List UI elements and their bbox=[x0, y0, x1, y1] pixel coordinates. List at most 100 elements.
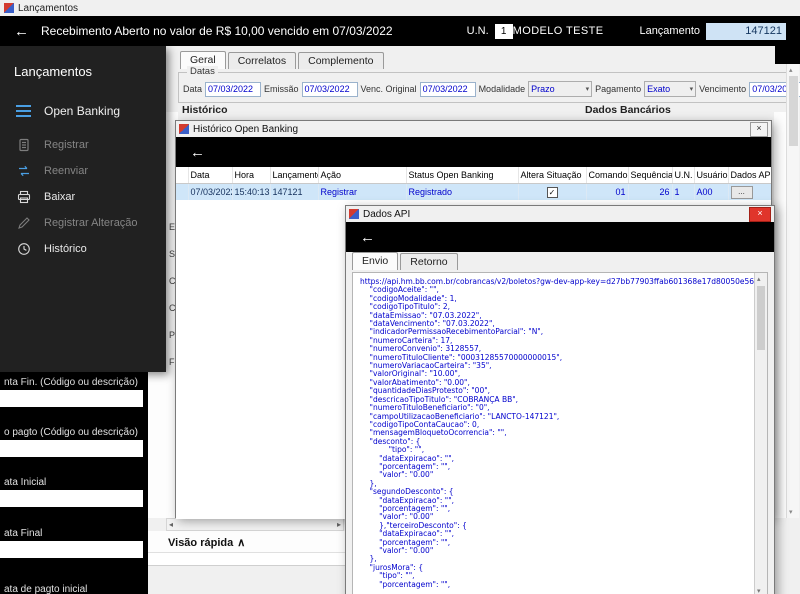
dialog-title: Dados API bbox=[363, 208, 411, 220]
form-strip-right bbox=[774, 112, 786, 518]
data-final-label: ata Final bbox=[4, 528, 43, 539]
conta-fin-label: nta Fin. (Código ou descrição) bbox=[4, 377, 138, 388]
sidebar-item-reenviar[interactable]: Reenviar bbox=[0, 158, 166, 184]
tipo-pagto-label: o pagto (Código ou descrição) bbox=[4, 427, 138, 438]
document-icon bbox=[19, 138, 29, 152]
scroll-right-icon[interactable]: ▸ bbox=[337, 520, 341, 529]
un-name: MODELO TESTE bbox=[512, 25, 604, 37]
printer-icon bbox=[17, 190, 31, 204]
api-tabstrip: Envio Retorno bbox=[346, 252, 774, 270]
dropdown-icon: ▾ bbox=[689, 86, 694, 93]
close-icon[interactable]: × bbox=[749, 206, 771, 222]
cell-lancamento: 147121 bbox=[270, 183, 319, 200]
dialog-icon bbox=[349, 209, 359, 219]
sidebar-title: Lançamentos bbox=[14, 64, 93, 79]
checked-checkbox[interactable]: ✓ bbox=[546, 186, 558, 198]
data-label: Data bbox=[183, 84, 203, 94]
cell-comando: 01 bbox=[586, 183, 629, 200]
tab-complemento[interactable]: Complemento bbox=[298, 52, 384, 69]
back-icon[interactable]: ← bbox=[360, 230, 375, 245]
dialog-header-bar: ← bbox=[346, 222, 774, 252]
data-final-input[interactable] bbox=[0, 541, 143, 558]
venc-original-label: Venc. Original bbox=[360, 84, 417, 94]
data-field[interactable]: 07/03/2022 bbox=[205, 81, 262, 97]
tab-envio[interactable]: Envio bbox=[352, 252, 399, 270]
lancamento-field[interactable]: 147121 bbox=[706, 22, 786, 40]
sidebar-section-label: Open Banking bbox=[44, 104, 121, 118]
app-window: Lançamentos ← Recebimento Aberto no valo… bbox=[0, 0, 800, 594]
history-table: Data Hora Lançamento Ação Status Open Ba… bbox=[176, 167, 771, 200]
tab-retorno[interactable]: Retorno bbox=[400, 253, 458, 270]
data-inicial-label: ata Inicial bbox=[4, 477, 47, 488]
main-horizontal-scrollbar[interactable]: ◂ ▸ bbox=[166, 518, 344, 531]
menu-icon[interactable] bbox=[16, 105, 31, 117]
emissao-field[interactable]: 07/03/2022 bbox=[301, 81, 358, 97]
window-titlebar: Lançamentos bbox=[0, 0, 800, 16]
lancamento-label: Lançamento bbox=[639, 25, 700, 37]
record-title: Recebimento Aberto no valor de R$ 10,00 … bbox=[41, 24, 393, 38]
pagamento-select[interactable]: Exato ▾ bbox=[644, 81, 697, 97]
col-un: U.N. bbox=[672, 167, 695, 184]
scrollbar-thumb[interactable] bbox=[789, 76, 798, 146]
form-strip-left-lower bbox=[148, 372, 178, 518]
cell-status: Registrado bbox=[406, 183, 519, 200]
col-usuario: Usuário bbox=[694, 167, 729, 184]
modalidade-label: Modalidade bbox=[478, 84, 526, 94]
sidebar-item-registrar[interactable]: Registrar bbox=[0, 132, 166, 158]
main-vertical-scrollbar[interactable]: ▴ ▾ bbox=[786, 64, 799, 518]
resend-arrows-icon bbox=[19, 165, 29, 177]
api-scrollbar[interactable]: ▴ ▾ bbox=[754, 273, 767, 594]
cell-usuario: A00 bbox=[694, 183, 729, 200]
col-comando: Comando bbox=[586, 167, 629, 184]
emissao-label: Emissão bbox=[264, 84, 299, 94]
col-acao: Ação bbox=[318, 167, 407, 184]
col-data: Data bbox=[188, 167, 233, 184]
dados-api-button[interactable]: ... bbox=[730, 185, 753, 199]
header-right-strip bbox=[775, 46, 800, 64]
cell-un: 1 bbox=[672, 183, 695, 200]
conta-fin-input[interactable] bbox=[0, 390, 143, 407]
sidebar-item-baixar[interactable]: Baixar bbox=[0, 184, 166, 210]
sidebar-item-registrar-alteracao[interactable]: Registrar Alteração bbox=[0, 210, 166, 236]
dialog-titlebar[interactable]: Histórico Open Banking × bbox=[176, 121, 771, 137]
close-icon[interactable]: × bbox=[750, 121, 768, 137]
data-inicial-input[interactable] bbox=[0, 490, 143, 507]
dialog-title: Histórico Open Banking bbox=[193, 123, 299, 135]
historico-section-label: Histórico bbox=[182, 104, 228, 116]
tab-correlatos[interactable]: Correlatos bbox=[227, 52, 297, 69]
un-field[interactable]: 1 bbox=[494, 23, 513, 39]
back-icon[interactable]: ← bbox=[190, 145, 205, 160]
col-altera-situacao: Altera Situação bbox=[518, 167, 587, 184]
visao-rapida-toggle[interactable]: Visão rápida ∧ bbox=[168, 536, 246, 550]
sidebar-item-historico[interactable]: Histórico bbox=[0, 236, 166, 262]
cell-altera-situacao: ✓ bbox=[518, 183, 587, 200]
scroll-up-icon[interactable]: ▴ bbox=[757, 275, 761, 283]
back-icon[interactable]: ← bbox=[14, 24, 29, 39]
table-row[interactable]: 07/03/2022 15:40:13 147121 Registrar Reg… bbox=[176, 183, 771, 200]
tipo-pagto-input[interactable] bbox=[0, 440, 143, 457]
scroll-down-icon[interactable]: ▾ bbox=[789, 508, 793, 516]
dados-api-dialog: Dados API × ← Envio Retorno https://api.… bbox=[345, 205, 775, 594]
edit-icon bbox=[18, 217, 30, 229]
col-sequencia: Sequência bbox=[628, 167, 673, 184]
row-selector-header bbox=[176, 167, 189, 184]
dialog-icon bbox=[179, 124, 189, 134]
dialog-header-bar: ← bbox=[176, 137, 771, 167]
modalidade-select[interactable]: Prazo ▾ bbox=[528, 81, 593, 97]
scroll-down-icon[interactable]: ▾ bbox=[757, 587, 761, 594]
scroll-left-icon[interactable]: ◂ bbox=[169, 520, 173, 529]
col-hora: Hora bbox=[232, 167, 271, 184]
pagamento-label: Pagamento bbox=[595, 84, 642, 94]
un-label: U.N. bbox=[466, 25, 489, 37]
scrollbar-thumb[interactable] bbox=[757, 286, 765, 350]
history-clock-icon bbox=[18, 243, 30, 255]
sidebar-menu: Lançamentos Open Banking Registrar Reenv… bbox=[0, 46, 166, 372]
scroll-up-icon[interactable]: ▴ bbox=[789, 66, 793, 74]
datas-group-title: Datas bbox=[187, 66, 218, 77]
dialog-titlebar[interactable]: Dados API × bbox=[346, 206, 774, 222]
api-payload-panel: https://api.hm.bb.com.br/cobrancas/v2/bo… bbox=[352, 272, 768, 594]
venc-original-field[interactable]: 07/03/2022 bbox=[419, 81, 476, 97]
vencimento-label: Vencimento bbox=[699, 84, 747, 94]
chevron-up-icon: ∧ bbox=[237, 537, 246, 549]
col-status: Status Open Banking bbox=[406, 167, 519, 184]
